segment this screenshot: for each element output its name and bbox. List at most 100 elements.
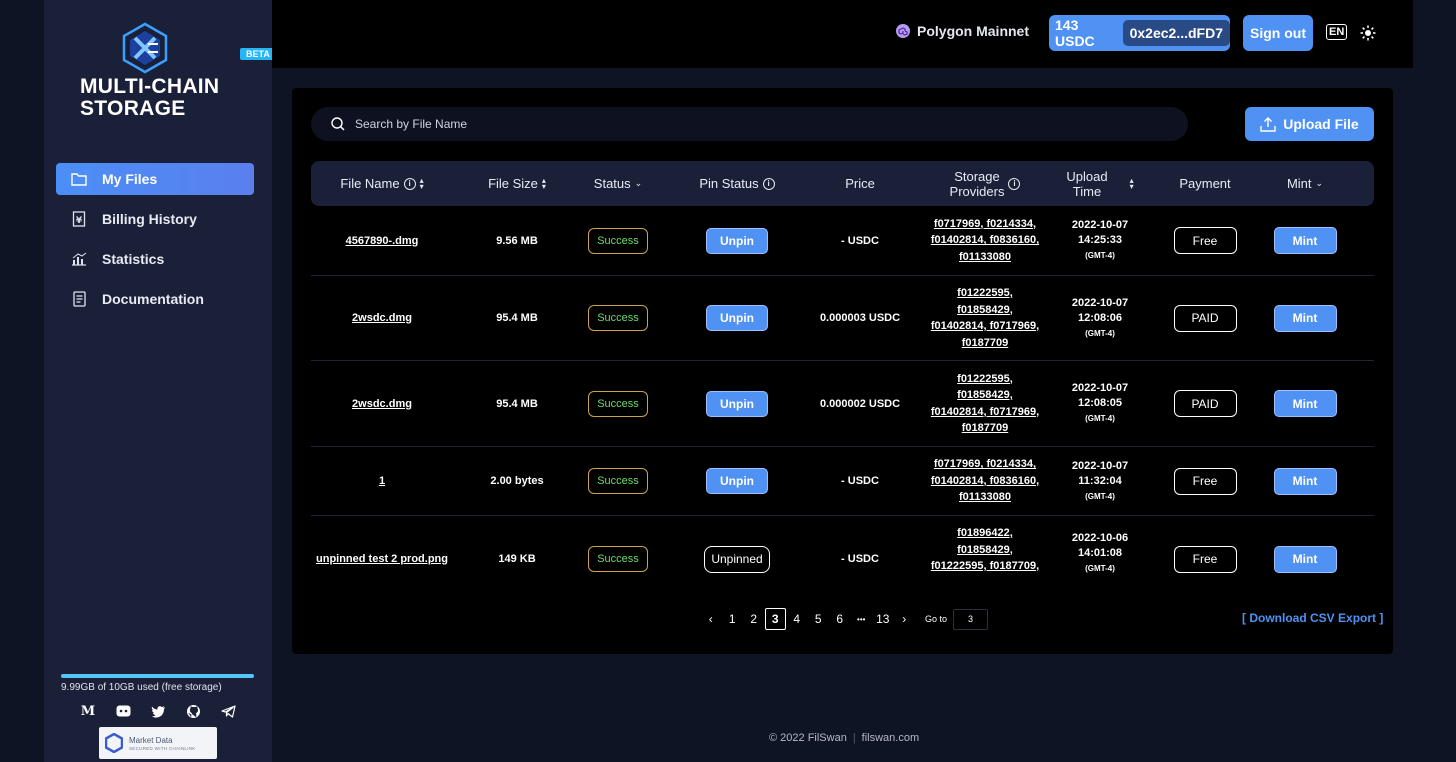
mint-button[interactable]: Mint [1273, 304, 1337, 332]
file-size: 2.00 bytes [490, 475, 544, 487]
storage-providers[interactable]: f01896422, f01858429, f01222595, f0187709, [931, 525, 1039, 575]
status-badge: Success [588, 227, 648, 254]
theme-toggle-icon[interactable] [1360, 25, 1376, 41]
col-storage-providers: Storage Providers i [925, 161, 1045, 206]
document-icon [70, 290, 88, 308]
price: 0.000003 USDC [819, 312, 901, 324]
table-body: 4567890-.dmg 9.56 MB Success Unpin - USD… [311, 206, 1374, 576]
status-badge: Success [588, 468, 648, 494]
prev-page-icon[interactable]: ‹ [700, 608, 722, 630]
sidebar-item-billing-history[interactable]: ¥ Billing History [56, 203, 254, 235]
search-bar[interactable] [311, 107, 1188, 141]
more-pages-icon[interactable]: ••• [851, 608, 873, 630]
sort-icon[interactable]: ▴ ▾ [542, 176, 546, 190]
sidebar-nav: My Files ¥ Billing History Statistics Do… [56, 163, 254, 323]
search-input[interactable] [355, 117, 1055, 131]
table-row: 2wsdc.dmg 95.4 MB Success Unpin 0.000003… [311, 276, 1374, 361]
file-name-link[interactable]: 2wsdc.dmg [352, 398, 412, 410]
twitter-icon[interactable] [150, 703, 166, 719]
storage-providers[interactable]: f0717969, f0214334, f01402814, f0836160, f… [931, 216, 1039, 266]
storage-providers[interactable]: f01222595, f01858429, f01402814, f0717969,… [931, 371, 1039, 437]
network-selector[interactable]: Polygon Mainnet [896, 23, 1029, 39]
mint-button[interactable]: Mint [1273, 467, 1337, 495]
goto-page-input[interactable] [953, 608, 989, 630]
chainlink-badge[interactable]: Market Data SECURED WITH CHAINLINK [99, 727, 217, 759]
beta-badge: BETA [240, 48, 276, 60]
sidebar-item-label: Documentation [102, 291, 204, 307]
mint-button[interactable]: Mint [1273, 545, 1337, 573]
wallet-address[interactable]: 0x2ec2...dFD7 [1122, 20, 1230, 46]
page-13[interactable]: 13 [872, 608, 894, 630]
col-file-size[interactable]: File Size ▴ ▾ [453, 161, 581, 206]
page-2[interactable]: 2 [743, 608, 765, 630]
col-label: Payment [1179, 176, 1231, 191]
github-icon[interactable] [185, 703, 201, 719]
payment-badge: Free [1173, 227, 1237, 254]
unpin-button[interactable]: Unpin [706, 305, 768, 331]
col-mint[interactable]: Mint ⌄ [1255, 161, 1355, 206]
col-label: File Name [340, 176, 400, 191]
polygon-icon [896, 24, 910, 38]
sidebar-item-my-files[interactable]: My Files [56, 163, 254, 195]
file-name-link[interactable]: unpinned test 2 prod.png [316, 553, 448, 565]
mint-button[interactable]: Mint [1273, 390, 1337, 417]
col-label: File Size [488, 176, 538, 191]
chainlink-subtitle: SECURED WITH CHAINLINK [129, 745, 196, 751]
logo[interactable]: BETA MULTI-CHAIN STORAGE [80, 22, 276, 122]
sidebar-item-label: My Files [102, 171, 158, 187]
unpin-button[interactable]: Unpin [706, 468, 768, 494]
bracket-open: [ [1242, 611, 1246, 625]
page-4[interactable]: 4 [786, 608, 808, 630]
sidebar-item-documentation[interactable]: Documentation [56, 283, 254, 315]
sort-icon[interactable]: ▴ ▾ [1130, 176, 1134, 190]
upload-icon [1260, 117, 1276, 132]
page-1[interactable]: 1 [722, 608, 744, 630]
download-csv-link[interactable]: Download CSV Export [1249, 611, 1376, 625]
price: - USDC [841, 475, 879, 487]
unpin-button[interactable]: Unpin [706, 390, 768, 417]
file-name-link[interactable]: 1 [379, 475, 385, 487]
discord-icon[interactable] [115, 703, 131, 719]
billing-icon: ¥ [70, 210, 88, 228]
sort-icon[interactable]: ▴ ▾ [420, 176, 424, 190]
telegram-icon[interactable] [220, 703, 236, 719]
page-6[interactable]: 6 [829, 608, 851, 630]
unpin-button[interactable]: Unpin [706, 227, 768, 254]
file-name-link[interactable]: 4567890-.dmg [346, 235, 419, 247]
upload-time: 2022-10-07 12:08:05 (GMT-4) [1071, 382, 1129, 423]
status-badge: Success [588, 546, 648, 572]
table-row: 2wsdc.dmg 95.4 MB Success Unpin 0.000002… [311, 361, 1374, 447]
col-status[interactable]: Status ⌄ [581, 161, 655, 206]
col-label: Mint [1286, 176, 1312, 191]
files-panel: Upload File File Name i ▴▾ File Size ▴▾ … [292, 88, 1393, 654]
col-label: Upload Time [1066, 168, 1108, 199]
col-payment: Payment [1155, 161, 1255, 206]
upload-time: 2022-10-07 12:08:06 (GMT-4) [1071, 296, 1129, 338]
medium-icon[interactable]: M [80, 703, 96, 719]
price: - USDC [841, 553, 879, 565]
page-3[interactable]: 3 [764, 608, 786, 630]
storage-providers[interactable]: f0717969, f0214334, f01402814, f0836160, f… [931, 456, 1039, 506]
footer-separator: | [852, 732, 856, 744]
col-price: Price [795, 161, 925, 206]
file-name-link[interactable]: 2wsdc.dmg [352, 312, 412, 324]
upload-time: 2022-10-07 14:25:33 (GMT-4) [1071, 219, 1129, 260]
storage-providers[interactable]: f01222595, f01858429, f01402814, f0717969,… [931, 285, 1039, 351]
sign-out-button[interactable]: Sign out [1243, 15, 1313, 51]
next-page-icon[interactable]: › [894, 608, 916, 630]
sidebar-item-statistics[interactable]: Statistics [56, 243, 254, 275]
file-size: 95.4 MB [496, 397, 538, 410]
col-file-name[interactable]: File Name i ▴ ▾ [311, 161, 453, 206]
language-toggle[interactable]: EN [1326, 24, 1348, 40]
info-icon: i [762, 177, 775, 190]
storage-usage-text: 9.99GB of 10GB used (free storage) [61, 682, 222, 693]
mint-button[interactable]: Mint [1273, 227, 1337, 254]
unpinned-badge: Unpinned [704, 545, 770, 573]
col-upload-time[interactable]: Upload Time ▴ ▾ [1045, 161, 1155, 206]
col-label: Price [845, 176, 875, 191]
footer-site-link[interactable]: filswan.com [862, 732, 919, 744]
upload-file-button[interactable]: Upload File [1245, 107, 1374, 141]
wallet-widget[interactable]: 143 USDC 0x2ec2...dFD7 [1049, 15, 1230, 51]
page-5[interactable]: 5 [808, 608, 830, 630]
network-name: Polygon Mainnet [917, 23, 1029, 39]
